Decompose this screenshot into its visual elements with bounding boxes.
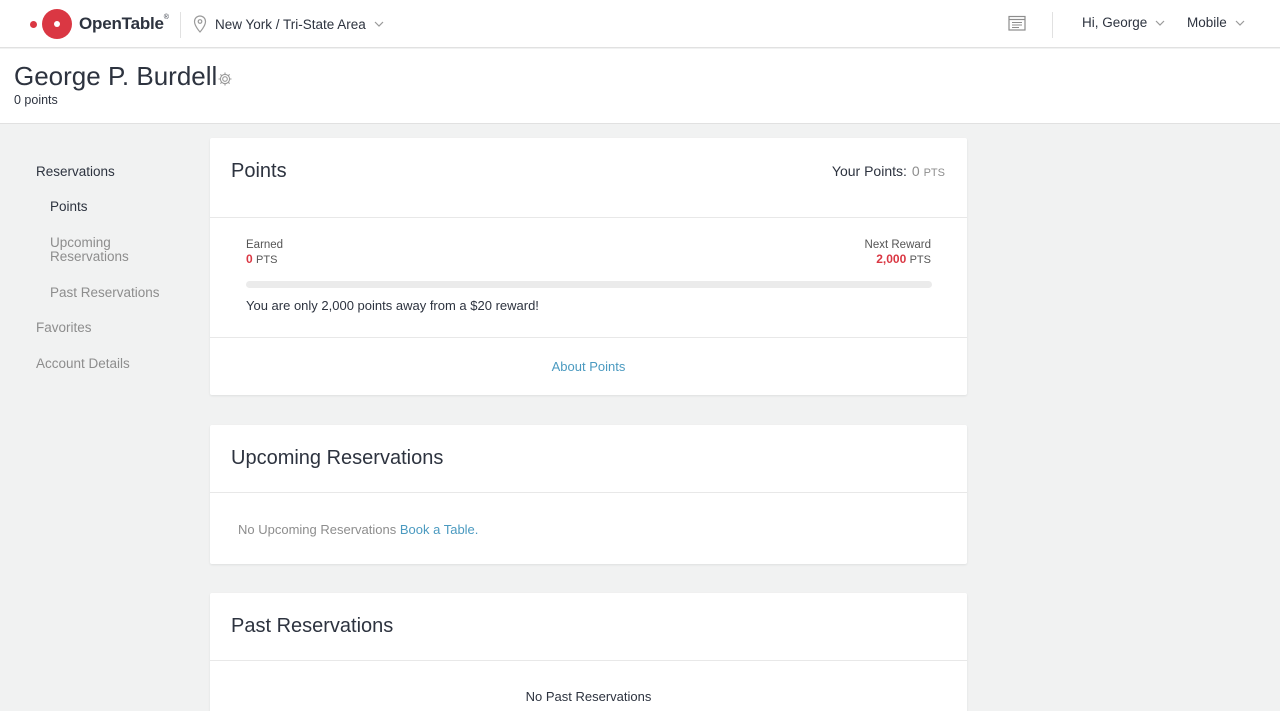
- chevron-down-icon: [374, 21, 384, 27]
- sidebar-item-past-reservations[interactable]: Past Reservations: [50, 286, 160, 300]
- pts-unit: PTS: [923, 167, 945, 179]
- top-nav: OpenTable® New York / Tri-State Area Hi,…: [0, 0, 1280, 48]
- pts-unit: PTS: [256, 254, 278, 266]
- earned-value: 0: [246, 252, 253, 266]
- profile-header: George P. Burdell 0 points: [0, 49, 1280, 124]
- sidebar-item-reservations[interactable]: Reservations: [36, 165, 115, 179]
- next-reward-value: 2,000: [876, 252, 907, 266]
- past-title: Past Reservations: [231, 615, 394, 637]
- upcoming-card-header: Upcoming Reservations: [210, 425, 967, 493]
- opentable-logo[interactable]: OpenTable®: [30, 9, 169, 39]
- your-points-label: Your Points:: [831, 163, 907, 179]
- past-card-header: Past Reservations: [210, 593, 967, 661]
- points-progress-bar: [246, 281, 932, 288]
- your-points: Your Points: 0 PTS: [832, 163, 945, 179]
- logo-text: OpenTable®: [79, 14, 169, 33]
- points-card: Points Your Points: 0 PTS Earned 0 PTS Ne…: [210, 138, 967, 395]
- user-menu[interactable]: Hi, George: [1082, 15, 1165, 30]
- mobile-label: Mobile: [1187, 15, 1227, 30]
- next-reward-label: Next Reward: [864, 239, 931, 251]
- next-reward-value-row: 2,000 PTS: [876, 252, 931, 266]
- points-progress-section: Earned 0 PTS Next Reward 2,000 PTS You a…: [210, 218, 967, 338]
- calendar-icon[interactable]: [1008, 15, 1026, 31]
- sidebar-item-account-details[interactable]: Account Details: [36, 357, 130, 371]
- points-message: You are only 2,000 points away from a $2…: [246, 298, 539, 313]
- user-greeting: Hi, George: [1082, 15, 1148, 30]
- gear-icon[interactable]: [217, 71, 233, 87]
- upcoming-title: Upcoming Reservations: [231, 447, 444, 469]
- book-a-table-link[interactable]: Book a Table.: [400, 522, 479, 537]
- profile-name-row: George P. Burdell: [14, 61, 233, 92]
- earned-value-row: 0 PTS: [246, 252, 277, 266]
- upcoming-empty-state: No Upcoming Reservations Book a Table.: [210, 493, 967, 564]
- profile-points: 0 points: [14, 93, 58, 107]
- location-selector[interactable]: New York / Tri-State Area: [193, 14, 384, 34]
- logo-circle-icon: [42, 9, 72, 39]
- about-points-link[interactable]: About Points: [210, 338, 967, 395]
- logo-dot-icon: [30, 20, 37, 28]
- upcoming-reservations-card: Upcoming Reservations No Upcoming Reserv…: [210, 425, 967, 564]
- past-empty-state: No Past Reservations: [210, 661, 967, 711]
- sidebar-item-upcoming-reservations[interactable]: Upcoming Reservations: [50, 236, 150, 264]
- upcoming-empty-text: No Upcoming Reservations: [238, 522, 397, 537]
- mobile-menu[interactable]: Mobile: [1187, 15, 1245, 30]
- your-points-value: 0: [911, 163, 920, 179]
- past-reservations-card: Past Reservations No Past Reservations: [210, 593, 967, 711]
- location-label: New York / Tri-State Area: [215, 16, 366, 32]
- sidebar-item-points[interactable]: Points: [50, 200, 88, 214]
- nav-divider: [1052, 12, 1053, 38]
- points-title: Points: [231, 160, 287, 182]
- map-pin-icon: [193, 15, 207, 33]
- nav-divider: [180, 12, 181, 38]
- chevron-down-icon: [1235, 20, 1245, 26]
- sidebar-item-favorites[interactable]: Favorites: [36, 321, 92, 335]
- points-card-header: Points Your Points: 0 PTS: [210, 138, 967, 218]
- earned-label: Earned: [246, 239, 284, 251]
- pts-unit: PTS: [909, 254, 931, 266]
- past-empty-text: No Past Reservations: [525, 689, 652, 704]
- profile-name: George P. Burdell: [14, 61, 218, 91]
- chevron-down-icon: [1155, 20, 1165, 26]
